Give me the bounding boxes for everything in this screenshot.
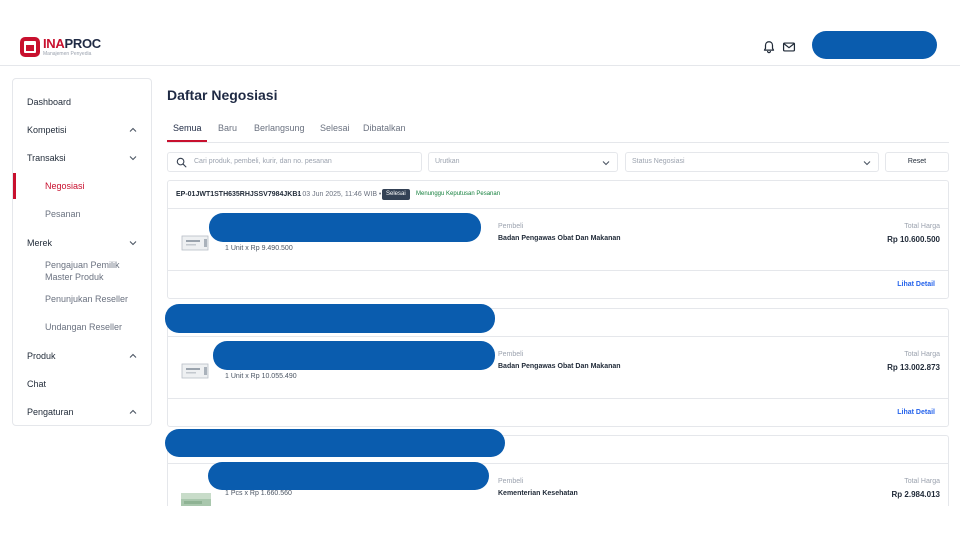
total-label: Total Harga [904, 351, 940, 358]
product-image[interactable] [180, 232, 212, 254]
chevron-down-icon [602, 161, 610, 166]
sidebar-item-transaksi[interactable]: Transaksi [27, 153, 66, 164]
sidebar-item-pengaturan[interactable]: Pengaturan [27, 407, 74, 418]
chevron-down-icon [863, 161, 871, 166]
sidebar-item-pengajuan-pemilik[interactable]: Pengajuan Pemilik [45, 259, 120, 271]
inaproc-logo-icon[interactable] [20, 37, 40, 57]
sidebar-item-kompetisi[interactable]: Kompetisi [27, 125, 67, 136]
tab-bar: Semua Baru Berlangsung Selesai Dibatalka… [167, 118, 949, 143]
sidebar-item-master-produk[interactable]: Master Produk [45, 271, 104, 283]
total-label: Total Harga [904, 223, 940, 230]
logo-text-ina: INA [43, 36, 65, 51]
logo-subtitle: Manajemen Penyedia [43, 51, 92, 57]
unit-price: 1 Unit x Rp 9.490.500 [225, 245, 293, 252]
status-note: Menunggu Keputusan Pesanan [416, 191, 501, 197]
search-input[interactable]: Cari produk, pembeli, kurir, dan no. pes… [167, 152, 422, 172]
redacted-order-header [165, 429, 505, 457]
reset-button[interactable]: Reset [885, 152, 949, 172]
active-tab-underline [167, 140, 207, 142]
buyer-name: Badan Pengawas Obat Dan Makanan [498, 363, 621, 370]
tab-baru[interactable]: Baru [218, 123, 237, 133]
buyer-label: Pembeli [498, 478, 524, 485]
tab-berlangsung[interactable]: Berlangsung [254, 123, 305, 133]
buyer-label: Pembeli [498, 351, 524, 358]
negotiation-card: EP-01JWT1STH635RHJSSV7984JKB1 • 03 Jun 2… [167, 180, 949, 299]
redacted-product-name [209, 213, 481, 242]
redacted-product-name [208, 462, 489, 490]
buyer-name: Badan Pengawas Obat Dan Makanan [498, 235, 621, 242]
redacted-order-header [165, 304, 495, 333]
view-detail-link[interactable]: Lihat Detail [897, 409, 935, 416]
total-price: Rp 2.984.013 [891, 490, 940, 499]
card-footer: Lihat Detail [168, 270, 948, 299]
view-detail-link[interactable]: Lihat Detail [897, 281, 935, 288]
status-badge: Selesai [382, 189, 410, 200]
sort-select[interactable]: Urutkan [428, 152, 618, 172]
sidebar-item-dashboard[interactable]: Dashboard [27, 97, 71, 108]
redacted-product-name [213, 341, 495, 370]
status-select[interactable]: Status Negosiasi [625, 152, 879, 172]
mail-icon[interactable] [782, 40, 796, 54]
sidebar-item-pesanan[interactable]: Pesanan [45, 208, 81, 220]
page-bottom-mask [0, 506, 960, 540]
search-placeholder: Cari produk, pembeli, kurir, dan no. pes… [194, 158, 332, 165]
status-placeholder: Status Negosiasi [632, 158, 685, 165]
order-id[interactable]: EP-01JWT1STH635RHJSSV7984JKB1 [176, 191, 301, 198]
sort-placeholder: Urutkan [435, 158, 460, 165]
unit-price: 1 Unit x Rp 10.055.490 [225, 373, 297, 380]
logo-wordmark[interactable]: INAPROC [43, 37, 101, 50]
user-account-button[interactable] [812, 31, 937, 59]
sidebar-item-undangan-reseller[interactable]: Undangan Reseller [45, 321, 122, 333]
sidebar: Dashboard Kompetisi Transaksi Negosiasi … [12, 78, 152, 426]
chevron-down-icon[interactable] [129, 154, 137, 162]
card-header: EP-01JWT1STH635RHJSSV7984JKB1 • 03 Jun 2… [168, 181, 948, 209]
unit-price: 1 Pcs x Rp 1.660.560 [225, 490, 292, 497]
chevron-up-icon[interactable] [129, 352, 137, 360]
chevron-down-icon[interactable] [129, 239, 137, 247]
active-indicator [13, 173, 16, 199]
product-image[interactable] [180, 360, 212, 382]
bell-icon[interactable] [762, 40, 776, 54]
tab-semua[interactable]: Semua [173, 123, 202, 133]
buyer-name: Kementerian Kesehatan [498, 490, 578, 497]
total-price: Rp 13.002.873 [887, 363, 940, 372]
search-icon [176, 157, 187, 168]
sidebar-item-produk[interactable]: Produk [27, 351, 56, 362]
chevron-up-icon[interactable] [129, 126, 137, 134]
sidebar-item-penunjukan-reseller[interactable]: Penunjukan Reseller [45, 293, 128, 305]
total-label: Total Harga [904, 478, 940, 485]
buyer-label: Pembeli [498, 223, 524, 230]
sidebar-item-merek[interactable]: Merek [27, 238, 52, 249]
order-date: • 03 Jun 2025, 11:46 WIB • [298, 191, 382, 198]
card-footer: Lihat Detail [168, 398, 948, 427]
logo-text-proc: PROC [64, 36, 102, 51]
total-price: Rp 10.600.500 [887, 235, 940, 244]
tab-dibatalkan[interactable]: Dibatalkan [363, 123, 406, 133]
tab-selesai[interactable]: Selesai [320, 123, 350, 133]
app-header: INAPROC Manajemen Penyedia [0, 0, 960, 66]
sidebar-item-chat[interactable]: Chat [27, 379, 46, 390]
chevron-up-icon[interactable] [129, 408, 137, 416]
sidebar-item-negosiasi[interactable]: Negosiasi [45, 180, 85, 192]
page-title: Daftar Negosiasi [167, 87, 278, 103]
